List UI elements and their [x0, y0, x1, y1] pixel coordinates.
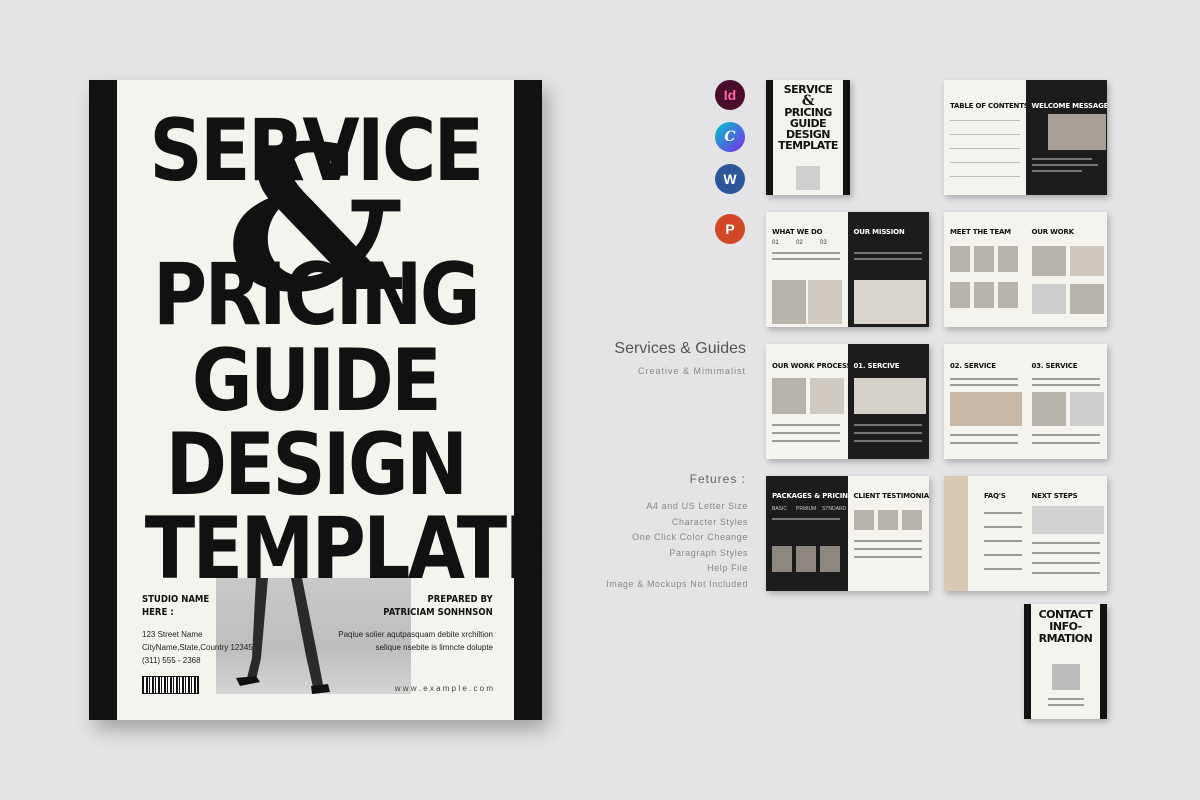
thumb-cover-line: TEMPLATE: [778, 139, 838, 152]
thumb-spread-team[interactable]: MEET THE TEAM OUR WORK: [944, 212, 1107, 327]
thumb-spread-what-we-do[interactable]: WHAT WE DO 01 02 03 OUR MISSION: [766, 212, 929, 327]
thumb-heading: PACKAGES & PRICING: [772, 492, 848, 500]
thumb-spread-packages[interactable]: PACKAGES & PRICING BASIC PRMIUM STNDARD …: [766, 476, 929, 591]
feature-item: One Click Color Cheange: [632, 532, 748, 542]
thumb-col-label: 02: [796, 240, 803, 246]
barcode: [142, 676, 199, 694]
website-url: w w w . e x a m p l e . c o m: [394, 684, 493, 693]
feature-item: Paragraph Styles: [669, 547, 748, 558]
cover-title-guide: GUIDE: [191, 331, 442, 431]
cover-lorem-2: selique nsebite is limncte dolupte: [375, 643, 493, 652]
thumb-spread-process[interactable]: OUR WORK PROCESS 01. SERCIVE: [766, 344, 929, 459]
cover-title-service: SERVICE: [149, 101, 484, 201]
thumb-heading: TABLE OF CONTENTS: [950, 102, 1026, 110]
product-subtitle: Creative & Mimimalist: [637, 366, 746, 376]
thumb-heading: 02. SERVICE: [950, 362, 996, 370]
word-icon: W: [715, 164, 745, 194]
thumb-heading: MEET THE TEAM: [950, 228, 1011, 236]
cover-title-pricing: PRICING: [152, 245, 481, 345]
thumb-col-label: 01: [772, 240, 779, 246]
features-heading: Fetures :: [689, 472, 746, 486]
thumb-heading: OUR WORK PROCESS: [772, 362, 848, 370]
studio-label-1: STUDIO NAME: [142, 594, 210, 605]
thumb-heading: WHAT WE DO: [772, 228, 823, 236]
contact-line: RMATION: [1038, 632, 1093, 645]
prepared-by-label: PREPARED BY: [427, 594, 493, 605]
cover-page: & SERVICE PRICING GUIDE DESIGN TEMPLATE …: [89, 80, 542, 720]
thumb-col-label: BASIC: [772, 506, 788, 512]
thumb-cover[interactable]: SERVICE & PRICING GUIDE DESIGN TEMPLATE: [766, 80, 850, 195]
thumb-heading: OUR MISSION: [853, 228, 905, 236]
thumb-heading: NEXT STEPS: [1031, 492, 1078, 500]
address-line-1: 123 Street Name: [142, 630, 203, 639]
cover-lorem-1: Paqiue solier aqutpasquam debite xrchilt…: [338, 630, 493, 639]
feature-item: Help File: [707, 563, 748, 573]
thumb-heading: FAQ'S: [984, 492, 1006, 500]
features-list: A4 and US Letter Size Character Styles O…: [606, 499, 748, 592]
cover-right-bar: [514, 80, 542, 720]
canva-icon: C: [715, 122, 745, 152]
thumb-heading: OUR WORK: [1031, 228, 1075, 236]
feature-item: Character Styles: [671, 516, 748, 527]
cover-title-design: DESIGN: [165, 415, 468, 515]
cover-left-bar: [89, 80, 117, 720]
thumb-heading: 03. SERVICE: [1031, 362, 1078, 370]
thumb-spread-services[interactable]: 02. SERVICE 03. SERVICE: [944, 344, 1107, 459]
thumb-contact[interactable]: CONTACT INFO- RMATION: [1024, 604, 1107, 719]
thumb-heading: 01. SERCIVE: [853, 362, 900, 370]
phone-number: (311) 555 - 2368: [142, 656, 201, 665]
thumb-col-label: PRMIUM: [796, 506, 817, 512]
powerpoint-icon: P: [715, 214, 745, 244]
thumb-col-label: STNDARD: [822, 506, 847, 512]
feature-item: Image & Mockups Not Included: [606, 578, 748, 589]
studio-label-2: HERE :: [142, 607, 174, 618]
thumb-col-label: 03: [820, 240, 827, 246]
thumb-spread-faq[interactable]: FAQ'S NEXT STEPS: [944, 476, 1107, 591]
indesign-icon: Id: [715, 80, 745, 110]
product-title: Services & Guides: [614, 340, 746, 357]
author-name: PATRICIAM SONHNSON: [383, 607, 493, 618]
feature-item: A4 and US Letter Size: [646, 501, 748, 511]
address-line-2: CityName,State,Country 12345: [142, 643, 253, 652]
thumb-spread-toc[interactable]: TABLE OF CONTENTS WELCOME MESSAGE: [944, 80, 1107, 195]
thumb-heading: WELCOME MESSAGE: [1031, 102, 1108, 110]
thumb-heading: CLIENT TESTIMONIALS: [853, 492, 930, 500]
